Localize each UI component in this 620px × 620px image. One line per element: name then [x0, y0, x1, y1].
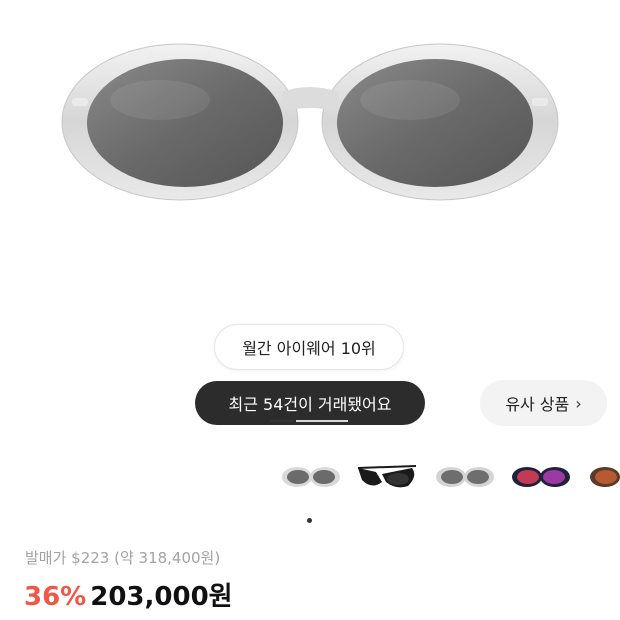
recent-trades-label: 최근 54건이 거래됐어요 — [228, 395, 392, 414]
thumbnail-silver-grey[interactable] — [276, 452, 346, 502]
recent-trades-badge: 최근 54건이 거래됐어요 — [195, 381, 425, 425]
thumbnail-silver-grey-2[interactable] — [430, 452, 500, 502]
thumbnail-navy-ruby[interactable] — [506, 452, 576, 502]
thumbnail-black-grey[interactable] — [352, 452, 422, 502]
discount-rate: 36% — [24, 582, 87, 612]
sunglasses-image — [61, 43, 559, 201]
color-variant-thumbnails — [0, 452, 620, 502]
current-price: 203,000원 — [90, 582, 233, 612]
rank-badge-label: 월간 아이웨어 10위 — [242, 339, 376, 358]
image-carousel-indicator-track — [296, 420, 348, 422]
thumbnail-brown-bronze[interactable] — [584, 452, 620, 502]
rank-badge[interactable]: 월간 아이웨어 10위 — [214, 324, 404, 370]
similar-products-button[interactable]: 유사 상품 › — [480, 380, 607, 426]
similar-products-label: 유사 상품 — [505, 395, 570, 414]
product-image[interactable] — [0, 0, 620, 300]
chevron-right-icon: › — [575, 393, 582, 413]
image-carousel-indicator-active — [270, 420, 294, 422]
retail-price: 발매가 $223 (약 318,400원) — [25, 549, 221, 567]
price-row: 36% 203,000원 — [24, 576, 233, 613]
thumbnail-page-dot — [307, 518, 312, 523]
